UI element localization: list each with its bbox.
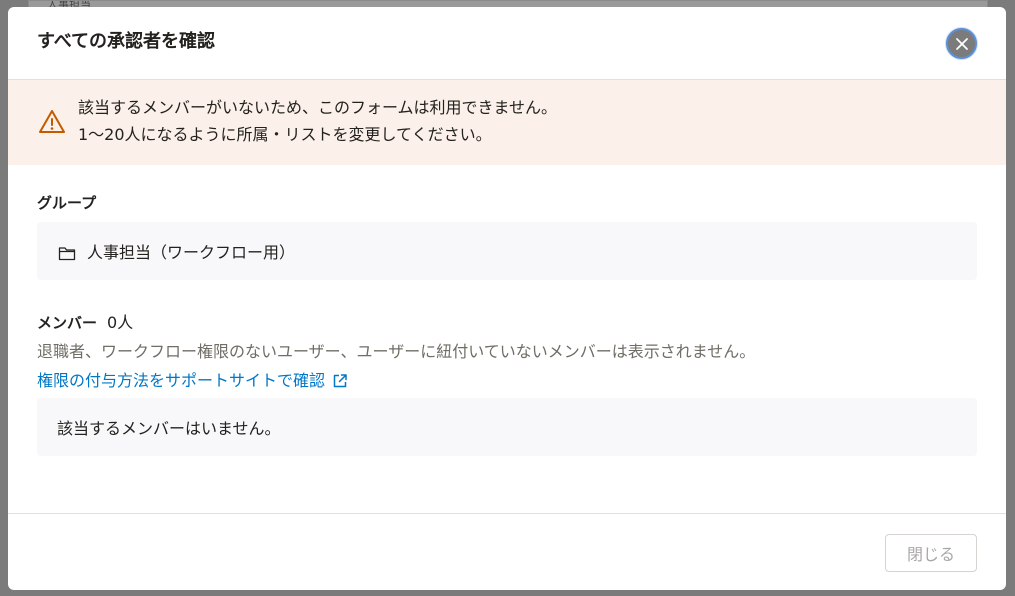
dialog-footer: 閉じる	[8, 513, 1006, 590]
group-box: 人事担当（ワークフロー用）	[37, 222, 977, 280]
approvers-dialog: すべての承認者を確認 該当するメンバーがいないため、このフォームは利用できません…	[8, 7, 1006, 590]
empty-members-box: 該当するメンバーはいません。	[37, 398, 977, 456]
dialog-body: グループ 人事担当（ワークフロー用） メンバー 0人 退職者、ワークフロー権限の…	[8, 165, 1006, 456]
warning-banner: 該当するメンバーがいないため、このフォームは利用できません。 1〜20人になるよ…	[8, 80, 1006, 165]
close-dialog-button[interactable]: 閉じる	[885, 534, 977, 572]
member-label: メンバー	[37, 314, 98, 332]
member-header: メンバー 0人	[37, 313, 977, 333]
folder-icon	[58, 246, 76, 260]
member-note: 退職者、ワークフロー権限のないユーザー、ユーザーに紐付いていないメンバーは表示さ…	[37, 342, 756, 361]
empty-members-text: 該当するメンバーはいません。	[57, 419, 281, 438]
external-link-icon	[333, 374, 347, 388]
warning-line-2: 1〜20人になるように所属・リストを変更してください。	[78, 125, 492, 144]
warning-line-1: 該当するメンバーがいないため、このフォームは利用できません。	[78, 98, 558, 117]
support-site-link[interactable]: 権限の付与方法をサポートサイトで確認	[37, 370, 349, 392]
group-name: 人事担当（ワークフロー用）	[87, 243, 296, 262]
support-link-text: 権限の付与方法をサポートサイトで確認	[37, 371, 326, 390]
member-count: 0人	[107, 313, 134, 332]
close-icon	[955, 37, 968, 50]
dialog-title: すべての承認者を確認	[37, 31, 216, 52]
warning-triangle-icon	[39, 110, 65, 133]
close-button[interactable]	[946, 28, 977, 59]
group-label: グループ	[37, 194, 97, 212]
warning-message: 該当するメンバーがいないため、このフォームは利用できません。 1〜20人になるよ…	[78, 94, 557, 148]
dialog-header: すべての承認者を確認	[8, 7, 1006, 80]
